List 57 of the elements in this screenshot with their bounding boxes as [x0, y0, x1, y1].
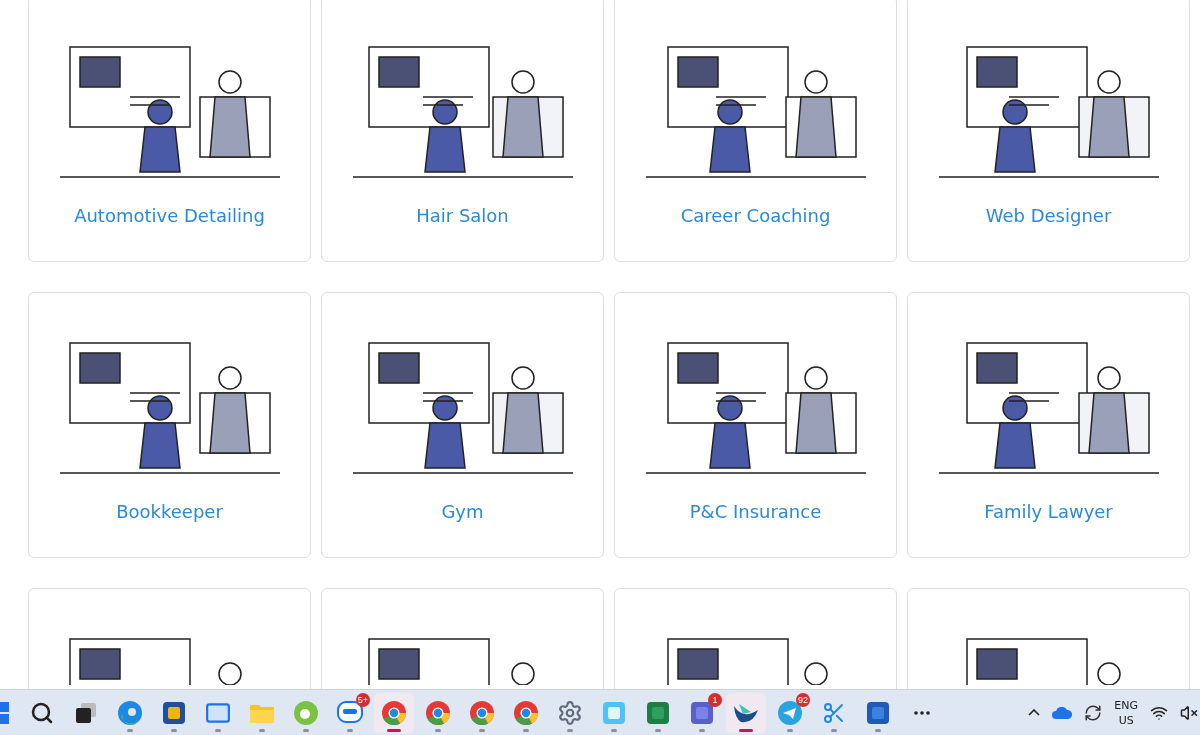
- chrome-icon: [469, 699, 495, 726]
- search-icon: [30, 700, 54, 725]
- running-indicator: [567, 728, 573, 732]
- volume-muted-icon[interactable]: [1180, 703, 1198, 722]
- running-indicator: [127, 728, 133, 732]
- sync-icon[interactable]: [1084, 703, 1103, 722]
- running-indicator: [303, 728, 309, 732]
- running-indicator: [523, 728, 529, 732]
- service-card[interactable]: Hair Salon: [321, 0, 604, 262]
- service-card[interactable]: P&C Insurance: [614, 292, 897, 558]
- card-title: Career Coaching: [680, 205, 831, 226]
- running-indicator: [875, 728, 881, 732]
- running-indicator: [259, 728, 265, 732]
- card-title: Automotive Detailing: [74, 205, 265, 226]
- chrome-icon: [425, 699, 451, 726]
- running-indicator: [479, 728, 485, 732]
- leaf-circle-icon: [293, 699, 319, 726]
- card-title: Web Designer: [985, 205, 1112, 226]
- running-indicator: [787, 728, 793, 732]
- running-indicator: [215, 728, 221, 732]
- running-indicator: [655, 728, 661, 732]
- more-icon: [914, 710, 930, 715]
- running-indicator: [435, 728, 441, 732]
- card-title: P&C Insurance: [689, 501, 822, 522]
- running-indicator: [699, 728, 705, 732]
- service-card[interactable]: Gym: [321, 292, 604, 558]
- notification-badge: 92: [796, 692, 810, 707]
- taskbar-app-button[interactable]: 1: [682, 692, 722, 733]
- settings-icon: [557, 699, 583, 726]
- card-title: Family Lawyer: [984, 501, 1113, 522]
- running-indicator: [347, 728, 353, 732]
- bird-icon: [733, 701, 759, 724]
- service-card[interactable]: Bookkeeper: [28, 292, 311, 558]
- notification-badge: 1: [708, 692, 722, 707]
- card-title: Hair Salon: [416, 205, 509, 226]
- notification-badge: 5+: [355, 692, 370, 707]
- task-view-icon: [75, 701, 97, 724]
- service-card[interactable]: Web Designer: [907, 0, 1190, 262]
- taskbar-app-button[interactable]: 5+: [330, 692, 370, 733]
- card-title: Bookkeeper: [116, 501, 223, 522]
- running-indicator: [171, 728, 177, 732]
- chrome-icon: [513, 699, 539, 726]
- language-indicator[interactable]: ENG US: [1114, 697, 1138, 728]
- running-indicator: [739, 728, 753, 732]
- service-card[interactable]: Automotive Detailing: [28, 0, 311, 262]
- service-card[interactable]: Family Lawyer: [907, 292, 1190, 558]
- scissors-icon: [822, 700, 846, 725]
- chevron-up-icon[interactable]: [1028, 709, 1041, 717]
- running-indicator: [831, 728, 837, 732]
- running-indicator: [387, 728, 401, 732]
- cloud-icon[interactable]: [1052, 706, 1073, 719]
- taskbar-app-button[interactable]: 92: [770, 692, 810, 733]
- chrome-icon: [381, 699, 407, 726]
- service-card[interactable]: Career Coaching: [614, 0, 897, 262]
- card-title: Gym: [441, 501, 484, 522]
- taskbar-app-button[interactable]: [726, 692, 766, 733]
- running-indicator: [611, 728, 617, 732]
